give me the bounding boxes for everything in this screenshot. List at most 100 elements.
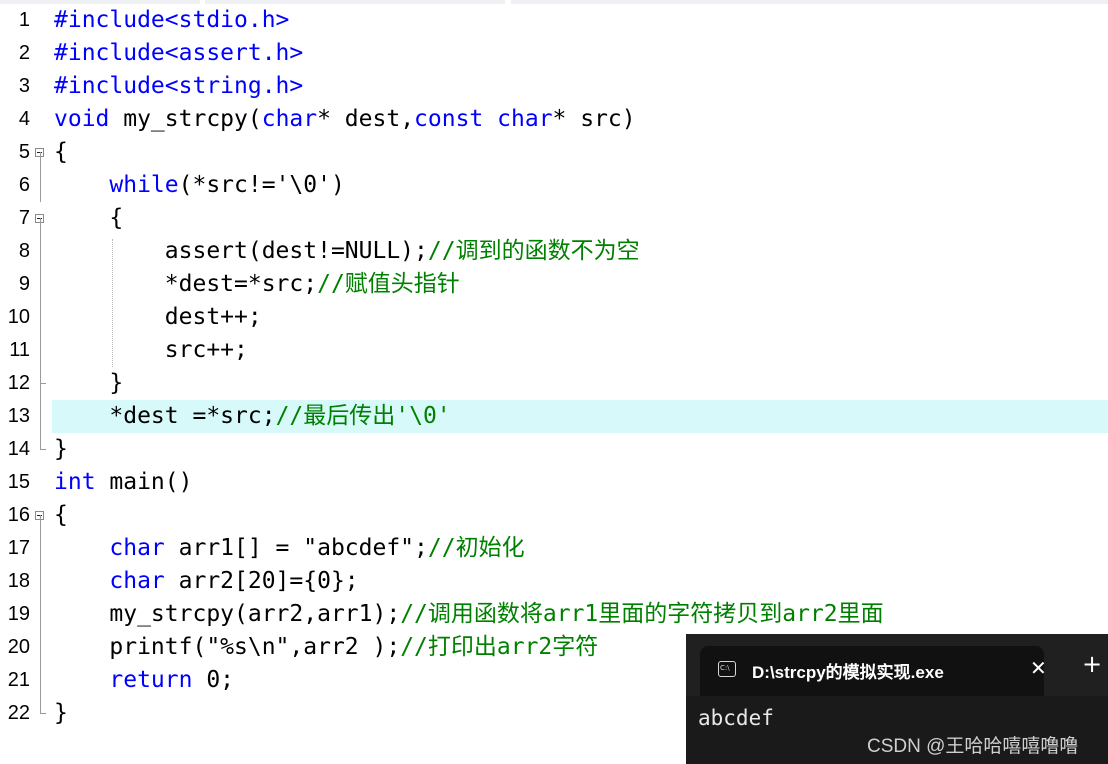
code-line-19[interactable]: 19 my_strcpy(arr2,arr1);//调用函数将arr1里面的字符… xyxy=(0,598,1108,631)
code-line-15[interactable]: 15 int main() xyxy=(0,466,1108,499)
code-text[interactable]: { xyxy=(54,136,68,169)
line-number: 9 xyxy=(18,273,30,295)
comment-token: //调用函数将arr1里面的字符拷贝到arr2里面 xyxy=(400,601,884,627)
code-text[interactable]: } xyxy=(54,433,68,466)
code-text[interactable]: *dest =*src;//最后传出'\0' xyxy=(54,400,451,433)
code-text[interactable]: char arr2[20]={0}; xyxy=(54,565,359,598)
code-text[interactable]: #include<stdio.h> xyxy=(54,4,289,37)
code-token: { xyxy=(54,139,68,165)
keyword-token: while xyxy=(109,172,179,198)
keyword-token: char xyxy=(109,535,165,561)
code-line-12[interactable]: 12 } xyxy=(0,367,1108,400)
keyword-token: char xyxy=(497,106,553,132)
keyword-token: const xyxy=(414,106,484,132)
keyword-token: int xyxy=(54,469,96,495)
comment-token: //赋值头指针 xyxy=(317,271,460,297)
code-line-9[interactable]: 9 *dest=*src;//赋值头指针 xyxy=(0,268,1108,301)
code-text[interactable]: my_strcpy(arr2,arr1);//调用函数将arr1里面的字符拷贝到… xyxy=(54,598,884,631)
code-text[interactable]: dest++; xyxy=(54,301,262,334)
line-number: 14 xyxy=(7,438,30,460)
console-output: abcdef xyxy=(698,706,774,730)
code-token: arr2[20]={0}; xyxy=(164,568,359,594)
code-text[interactable]: #include<assert.h> xyxy=(54,37,303,70)
fold-line xyxy=(40,235,41,268)
keyword-token: char xyxy=(109,568,165,594)
fold-line xyxy=(40,631,41,664)
fold-end-mark xyxy=(40,449,46,450)
line-number: 19 xyxy=(7,603,30,625)
line-number: 8 xyxy=(18,240,30,262)
fold-line xyxy=(40,515,41,532)
line-number: 11 xyxy=(9,339,30,361)
line-number: 12 xyxy=(7,372,30,394)
code-line-5[interactable]: 5{ xyxy=(0,136,1108,169)
code-token: * dest, xyxy=(317,106,415,132)
code-line-1[interactable]: 1 #include<stdio.h> xyxy=(0,4,1108,37)
fold-end-mark xyxy=(40,713,46,714)
console-tab[interactable]: C:\ D:\strcpy的模拟实现.exe ✕ xyxy=(700,646,1047,696)
code-line-18[interactable]: 18 char arr2[20]={0}; xyxy=(0,565,1108,598)
code-token: main() xyxy=(95,469,193,495)
code-line-10[interactable]: 10 dest++; xyxy=(0,301,1108,334)
code-line-6[interactable]: 6 while(*src!='\0') xyxy=(0,169,1108,202)
line-number: 7 xyxy=(18,207,30,229)
code-text[interactable]: src++; xyxy=(54,334,248,367)
keyword-token: char xyxy=(261,106,318,132)
console-tab-title: D:\strcpy的模拟实现.exe xyxy=(752,663,944,682)
code-line-8[interactable]: 8 assert(dest!=NULL);//调到的函数不为空 xyxy=(0,235,1108,268)
fold-line xyxy=(40,367,41,384)
code-text[interactable]: { xyxy=(54,499,68,532)
comment-token: //初始化 xyxy=(427,535,525,561)
fold-line xyxy=(40,383,41,400)
code-token: { xyxy=(54,205,124,231)
code-line-2[interactable]: 2 #include<assert.h> xyxy=(0,37,1108,70)
fold-line xyxy=(40,433,41,450)
code-text[interactable]: char arr1[] = "abcdef";//初始化 xyxy=(54,532,525,565)
code-text[interactable]: printf("%s\n",arr2 );//打印出arr2字符 xyxy=(54,631,598,664)
code-text[interactable]: void my_strcpy(char* dest,const char* sr… xyxy=(54,103,636,136)
fold-line xyxy=(40,169,41,202)
code-line-14[interactable]: 14} xyxy=(0,433,1108,466)
code-line-7[interactable]: 7 { xyxy=(0,202,1108,235)
comment-token: //最后传出'\0' xyxy=(275,403,451,429)
line-number: 22 xyxy=(7,702,30,724)
comment-token: //调到的函数不为空 xyxy=(427,238,640,264)
code-token: dest++; xyxy=(54,304,262,330)
code-text[interactable]: return 0; xyxy=(54,664,234,697)
code-text[interactable]: } xyxy=(54,367,123,400)
code-line-3[interactable]: 3 #include<string.h> xyxy=(0,70,1108,103)
code-text[interactable]: *dest=*src;//赋值头指针 xyxy=(54,268,460,301)
code-token: printf("%s\n",arr2 ); xyxy=(54,634,401,660)
code-token: assert(dest!=NULL); xyxy=(54,238,428,264)
line-number: 20 xyxy=(7,636,30,658)
code-text[interactable]: { xyxy=(54,202,123,235)
code-text[interactable]: int main() xyxy=(54,466,192,499)
code-line-17[interactable]: 17 char arr1[] = "abcdef";//初始化 xyxy=(0,532,1108,565)
code-token: } xyxy=(54,700,68,726)
code-line-11[interactable]: 11 src++; xyxy=(0,334,1108,367)
fold-line xyxy=(40,268,41,301)
code-line-4[interactable]: 4 void my_strcpy(char* dest,const char* s… xyxy=(0,103,1108,136)
code-text[interactable]: while(*src!='\0') xyxy=(54,169,344,202)
fold-line xyxy=(40,152,41,169)
new-tab-icon[interactable]: + xyxy=(1082,652,1102,676)
console-app-icon: C:\ xyxy=(718,661,736,677)
code-line-13[interactable]: 13 *dest =*src;//最后传出'\0' xyxy=(0,400,1108,433)
line-number: 5 xyxy=(18,141,30,163)
code-line-16[interactable]: 16 { xyxy=(0,499,1108,532)
fold-line xyxy=(40,565,41,598)
fold-line xyxy=(40,334,41,367)
console-tab-bar: C:\ D:\strcpy的模拟实现.exe ✕ + xyxy=(686,634,1108,696)
code-token: my_strcpy(arr2,arr1); xyxy=(54,601,401,627)
code-token: arr1[] = "abcdef"; xyxy=(164,535,428,561)
line-number: 17 xyxy=(7,537,30,559)
code-text[interactable]: #include<string.h> xyxy=(54,70,303,103)
code-text[interactable]: } xyxy=(54,697,68,730)
close-icon[interactable]: ✕ xyxy=(1030,656,1047,680)
code-text[interactable]: assert(dest!=NULL);//调到的函数不为空 xyxy=(54,235,640,268)
code-token: } xyxy=(54,436,68,462)
watermark: CSDN @王哈哈嘻嘻噜噜 xyxy=(867,736,1079,757)
keyword-token: #include<stdio.h> xyxy=(54,7,290,33)
